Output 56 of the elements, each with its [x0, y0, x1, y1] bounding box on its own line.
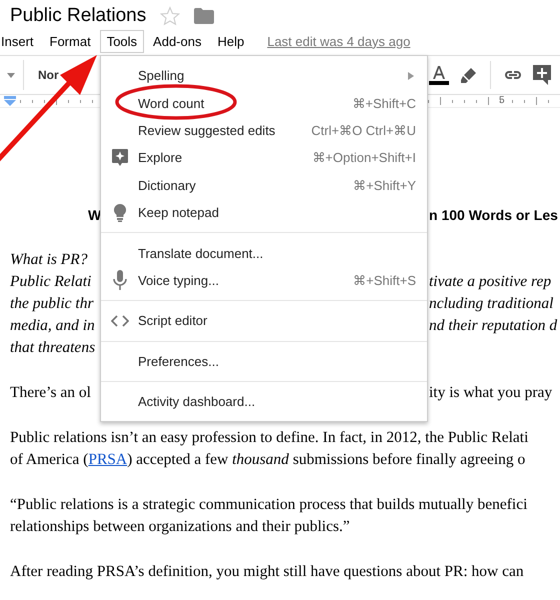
menu-option[interactable]: Dictionary ⌘+Shift+Y	[101, 172, 427, 199]
caret-icon[interactable]	[7, 72, 15, 78]
menu-option[interactable]: Voice typing... ⌘+Shift+S	[101, 266, 427, 294]
heading-text: W	[88, 207, 102, 223]
paragraph-line: After reading PRSA’s definition, you might still have questions about PR: how can	[10, 563, 524, 580]
last-edit-link[interactable]: Last edit was 4 days ago	[267, 34, 410, 48]
link-icon[interactable]	[503, 70, 523, 80]
folder-icon[interactable]	[194, 8, 214, 24]
paragraph-line: relationships between organizations and their publics.”	[10, 518, 350, 535]
ruler-number: 5	[499, 95, 505, 106]
menu-item[interactable]: Format	[42, 30, 98, 52]
paragraph-text: nd their reputation d	[429, 316, 558, 336]
menu-item[interactable]: Help	[210, 30, 252, 52]
paragraph-text: the public thr	[10, 295, 94, 312]
shortcut-text: ⌘+Shift+Y	[353, 178, 416, 193]
paragraph-text: There’s an ol	[10, 384, 91, 401]
menu-option[interactable]: Word count ⌘+Shift+C	[101, 89, 427, 117]
paragraph-line: “Public relations is a strategic communication process that builds mutually benefici	[10, 496, 528, 513]
paragraph-text: that threatens	[10, 339, 96, 356]
add-comment-icon[interactable]	[533, 65, 551, 85]
menu-option[interactable]: Explore ⌘+Option+Shift+I	[101, 144, 427, 172]
text-color-icon[interactable]	[429, 64, 449, 86]
prsa-link[interactable]: PRSA	[88, 451, 128, 468]
menu-option[interactable]: Review suggested edits Ctrl+⌘O Ctrl+⌘U	[101, 116, 427, 144]
submenu-arrow-icon	[408, 72, 414, 80]
paragraph-line: Public relations isn’t an easy profession to define. In fact, in 2012, the Public Relati	[10, 429, 528, 446]
paragraph-text: ncluding traditional	[429, 294, 554, 314]
highlighter-icon[interactable]	[461, 67, 477, 83]
lightbulb-icon	[114, 204, 126, 222]
paragraph-text: media, and in	[10, 317, 95, 334]
style-dropdown[interactable]: Nor	[38, 68, 59, 82]
shortcut-text: ⌘+Shift+C	[352, 96, 416, 111]
paragraph-text: tivate a positive rep	[429, 272, 552, 292]
menu-option[interactable]: Preferences...	[101, 348, 427, 375]
menu-option[interactable]: Activity dashboard...	[101, 388, 427, 416]
explore-icon	[112, 148, 128, 167]
menu-option[interactable]: Keep notepad	[101, 198, 427, 226]
paragraph-text: ity is what you pray	[429, 383, 554, 403]
menu-item[interactable]: Add-ons	[146, 30, 208, 52]
paragraph-text: What is PR?	[10, 251, 88, 268]
menu-option[interactable]: Spelling	[101, 62, 427, 90]
star-icon[interactable]	[160, 6, 180, 26]
menu-item[interactable]: Insert	[0, 30, 41, 52]
shortcut-text: Ctrl+⌘O Ctrl+⌘U	[311, 122, 416, 138]
heading-text: n 100 Words or Les	[429, 206, 559, 225]
menu-item[interactable]: Tools	[100, 30, 144, 52]
indent-marker-icon[interactable]	[4, 96, 16, 106]
document-title[interactable]: Public Relations	[10, 5, 146, 27]
microphone-icon	[112, 270, 126, 290]
paragraph-line: of America (PRSA) accepted a few thousand submissions before finally agreeing o	[10, 451, 526, 468]
paragraph-text: Public Relati	[10, 273, 92, 290]
menu-option[interactable]: Script editor	[101, 307, 427, 335]
shortcut-text: ⌘+Option+Shift+I	[312, 150, 416, 166]
shortcut-text: ⌘+Shift+S	[353, 272, 416, 288]
menu-option[interactable]: Translate document...	[101, 239, 427, 267]
code-icon	[110, 314, 128, 327]
